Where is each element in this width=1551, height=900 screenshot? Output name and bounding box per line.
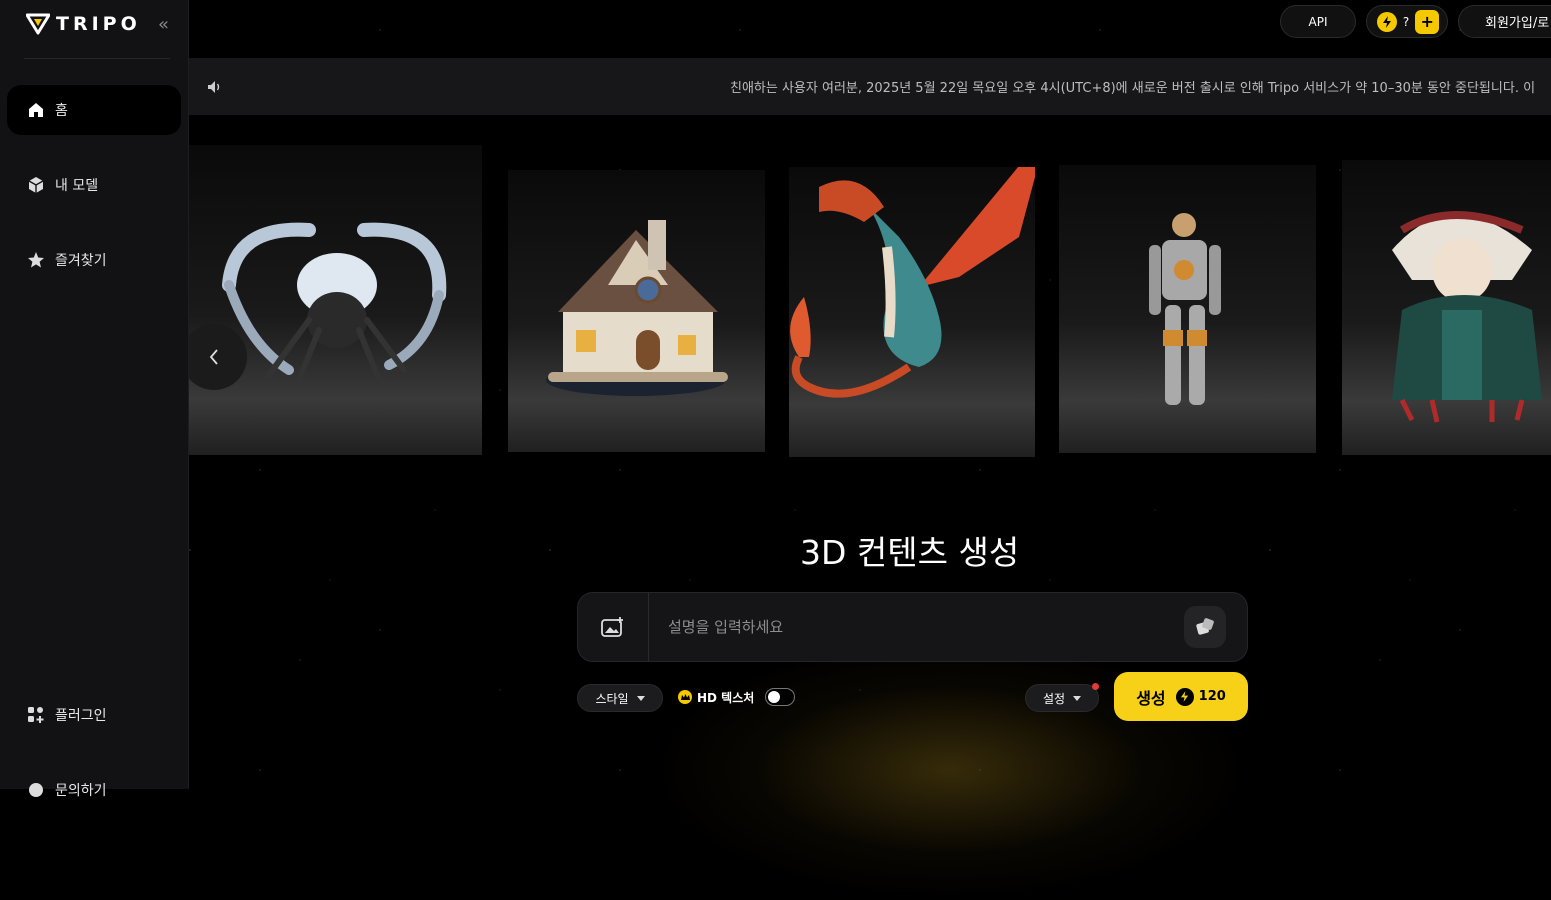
carousel-prev-button[interactable] — [181, 324, 247, 390]
page-title: 3D 컨텐츠 생성 — [800, 533, 1020, 572]
image-upload-button[interactable] — [578, 593, 649, 661]
bolt-icon — [1376, 11, 1397, 32]
sidebar-item-label: 홈 — [55, 103, 68, 119]
sidebar-item-contact[interactable]: 문의하기 — [7, 765, 181, 815]
divider — [24, 58, 170, 59]
signup-login-button[interactable]: 회원가입/로 — [1458, 5, 1551, 38]
logo[interactable]: TRIPO — [26, 13, 141, 35]
generate-button[interactable]: 생성 120 — [1114, 672, 1248, 721]
plugin-icon — [28, 707, 44, 723]
robot-model — [1149, 213, 1221, 405]
brand-name: TRIPO — [56, 13, 141, 35]
sidebar-item-favorites[interactable]: 즐겨찾기 — [7, 235, 181, 285]
speaker-icon — [207, 79, 223, 98]
chevron-left-icon — [209, 349, 218, 365]
tripo-logo-icon — [26, 13, 50, 35]
bolt-icon — [1175, 687, 1194, 706]
model-carousel — [189, 115, 1551, 460]
sidebar-item-label: 내 모델 — [55, 178, 99, 194]
generate-label: 생성 — [1136, 688, 1166, 708]
settings-label: 설정 — [1042, 691, 1066, 706]
settings-dropdown[interactable]: 설정 — [1025, 684, 1099, 712]
sidebar-item-home[interactable]: 홈 — [7, 85, 181, 135]
dragon-card[interactable] — [789, 167, 1035, 457]
collapse-sidebar-icon[interactable]: « — [158, 14, 169, 35]
add-credits-button[interactable]: + — [1415, 9, 1440, 34]
hd-texture-toggle[interactable] — [765, 688, 796, 706]
api-button[interactable]: API — [1280, 5, 1356, 38]
cottage-model — [546, 220, 728, 396]
hd-texture-option: HD 텍스처 — [678, 688, 796, 706]
prompt-input[interactable] — [666, 617, 1170, 637]
sidebar-item-my-models[interactable]: 내 모델 — [7, 160, 181, 210]
image-add-icon — [601, 617, 623, 637]
credits-value: ? — [1402, 14, 1410, 29]
hd-texture-label: HD 텍스처 — [697, 690, 755, 705]
notification-dot — [1092, 683, 1099, 690]
credits-pill[interactable]: ? + — [1366, 5, 1448, 38]
cost-value: 120 — [1198, 689, 1226, 704]
warrior-doll-card[interactable] — [1342, 160, 1551, 455]
style-label: 스타일 — [595, 691, 629, 706]
announcement-bar: 친애하는 사용자 여러분, 2025년 5월 22일 목요일 오후 4시(UTC… — [189, 58, 1551, 115]
style-dropdown[interactable]: 스타일 — [577, 684, 663, 712]
caret-down-icon — [636, 695, 645, 701]
sidebar: TRIPO « 홈 내 모델 즐겨찾기 플러그인 문의하기 — [0, 0, 189, 799]
home-icon — [29, 103, 43, 117]
prompt-box — [577, 592, 1248, 662]
warrior-doll-model — [1392, 211, 1542, 423]
cottage-card[interactable] — [508, 170, 765, 452]
spider-creature-card[interactable] — [189, 145, 482, 455]
sidebar-item-plugins[interactable]: 플러그인 — [7, 690, 181, 740]
dice-icon — [1196, 618, 1214, 635]
spider-creature-model — [222, 222, 447, 383]
cube-icon — [28, 177, 44, 193]
announcement-text: 친애하는 사용자 여러분, 2025년 5월 22일 목요일 오후 4시(UTC… — [730, 81, 1536, 96]
random-prompt-button[interactable] — [1184, 606, 1226, 648]
crown-icon — [678, 690, 692, 704]
sidebar-item-label: 즐겨찾기 — [55, 253, 107, 269]
robot-card[interactable] — [1059, 165, 1316, 453]
dragon-model — [790, 167, 1035, 398]
generate-cost: 120 — [1175, 687, 1226, 706]
sidebar-item-label: 문의하기 — [55, 783, 107, 799]
star-icon — [28, 252, 44, 268]
caret-down-icon — [1073, 695, 1082, 701]
sidebar-item-label: 플러그인 — [55, 708, 107, 724]
chat-icon — [29, 783, 43, 797]
